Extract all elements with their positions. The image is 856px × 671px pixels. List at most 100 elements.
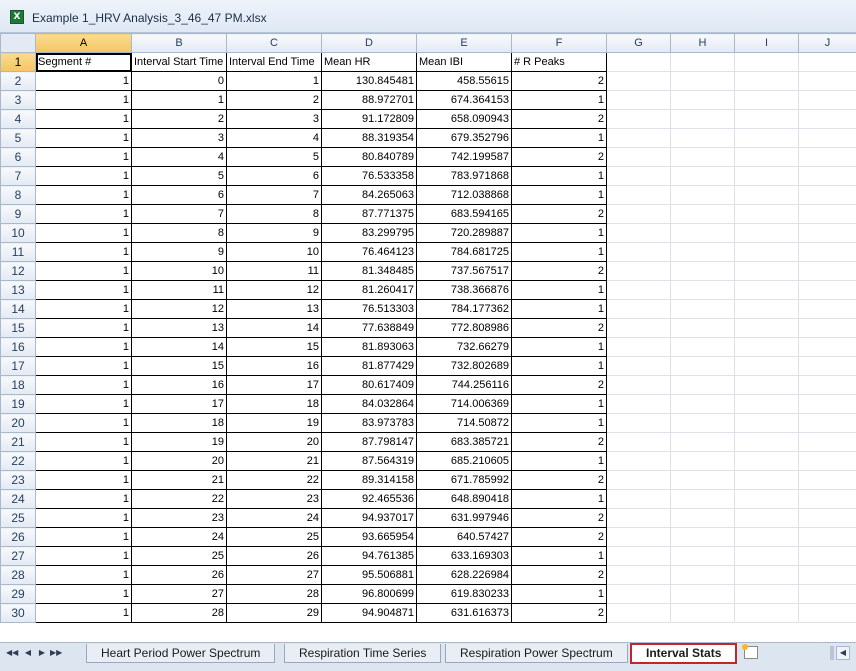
cell[interactable] (734, 52, 799, 72)
cell[interactable]: 96.800699 (321, 584, 417, 604)
cell[interactable] (606, 375, 671, 395)
cell[interactable] (606, 413, 671, 433)
cell[interactable] (606, 71, 671, 91)
cell[interactable]: 4 (226, 128, 322, 148)
cell[interactable] (734, 527, 799, 547)
cell[interactable]: 77.638849 (321, 318, 417, 338)
cell[interactable] (670, 413, 735, 433)
cell[interactable] (734, 318, 799, 338)
column-header-j[interactable]: J (798, 33, 856, 53)
cell[interactable] (670, 394, 735, 414)
cell[interactable] (606, 565, 671, 585)
cell[interactable]: 1 (35, 147, 132, 167)
cell[interactable]: 732.802689 (416, 356, 512, 376)
cell[interactable]: 784.681725 (416, 242, 512, 262)
cell[interactable] (670, 546, 735, 566)
cell[interactable]: 94.761385 (321, 546, 417, 566)
row-header[interactable]: 12 (0, 261, 36, 281)
cell[interactable]: 1 (511, 128, 607, 148)
cell[interactable] (734, 185, 799, 205)
row-header[interactable]: 9 (0, 204, 36, 224)
cell[interactable]: 2 (511, 432, 607, 452)
cell[interactable] (670, 280, 735, 300)
cell[interactable] (670, 356, 735, 376)
cell[interactable]: 1 (35, 318, 132, 338)
cell[interactable]: 13 (131, 318, 227, 338)
cell[interactable]: 8 (226, 204, 322, 224)
cell[interactable] (670, 603, 735, 623)
cell[interactable]: 737.567517 (416, 261, 512, 281)
cell[interactable]: 2 (511, 603, 607, 623)
cell[interactable] (670, 299, 735, 319)
row-header[interactable]: 13 (0, 280, 36, 300)
cell[interactable]: 1 (511, 242, 607, 262)
cell[interactable] (606, 546, 671, 566)
cell[interactable] (798, 90, 856, 110)
cell[interactable]: 88.972701 (321, 90, 417, 110)
prev-sheet-icon[interactable]: ◀ (22, 646, 34, 660)
cell[interactable]: 1 (35, 185, 132, 205)
cell[interactable]: 742.199587 (416, 147, 512, 167)
cell[interactable]: 76.513303 (321, 299, 417, 319)
cell[interactable]: 631.997946 (416, 508, 512, 528)
cell[interactable]: 11 (226, 261, 322, 281)
cell[interactable]: 783.971868 (416, 166, 512, 186)
cell[interactable] (606, 470, 671, 490)
cell[interactable]: 1 (35, 603, 132, 623)
cell[interactable]: 1 (35, 375, 132, 395)
cell[interactable]: 720.289887 (416, 223, 512, 243)
cell[interactable]: 2 (511, 71, 607, 91)
cell[interactable] (798, 432, 856, 452)
cell[interactable] (734, 394, 799, 414)
cell[interactable]: 16 (131, 375, 227, 395)
cell[interactable]: 1 (511, 489, 607, 509)
cell[interactable]: 1 (35, 584, 132, 604)
cell[interactable]: 671.785992 (416, 470, 512, 490)
cell[interactable]: 1 (511, 166, 607, 186)
cell[interactable]: 19 (226, 413, 322, 433)
row-header[interactable]: 23 (0, 470, 36, 490)
cell[interactable]: 2 (511, 375, 607, 395)
cell[interactable]: 20 (226, 432, 322, 452)
cell[interactable]: 732.66279 (416, 337, 512, 357)
cell[interactable]: 2 (511, 147, 607, 167)
cell[interactable]: 7 (226, 185, 322, 205)
cell[interactable] (606, 337, 671, 357)
cell[interactable]: 10 (131, 261, 227, 281)
cell[interactable]: 2 (131, 109, 227, 129)
cell[interactable] (734, 508, 799, 528)
cell[interactable] (734, 261, 799, 281)
cell[interactable]: 91.172809 (321, 109, 417, 129)
cell[interactable] (670, 451, 735, 471)
cell[interactable]: 1 (35, 280, 132, 300)
cell[interactable]: 685.210605 (416, 451, 512, 471)
cell[interactable] (734, 470, 799, 490)
cell[interactable]: 87.564319 (321, 451, 417, 471)
cell[interactable] (734, 413, 799, 433)
cell[interactable]: 18 (226, 394, 322, 414)
row-header[interactable]: 29 (0, 584, 36, 604)
cell[interactable]: 12 (226, 280, 322, 300)
cell[interactable] (734, 71, 799, 91)
cell[interactable] (670, 166, 735, 186)
cell[interactable] (734, 128, 799, 148)
cell[interactable]: 24 (226, 508, 322, 528)
cell[interactable]: 5 (226, 147, 322, 167)
cell[interactable]: 28 (226, 584, 322, 604)
cell[interactable]: 1 (511, 356, 607, 376)
cell[interactable] (798, 413, 856, 433)
cell[interactable]: 1 (511, 280, 607, 300)
cell[interactable]: 683.385721 (416, 432, 512, 452)
cell[interactable]: 7 (131, 204, 227, 224)
cell[interactable]: 1 (35, 242, 132, 262)
cell[interactable]: 2 (511, 527, 607, 547)
cell[interactable]: 11 (131, 280, 227, 300)
cell[interactable] (670, 337, 735, 357)
cell[interactable]: 80.840789 (321, 147, 417, 167)
cell[interactable]: 23 (226, 489, 322, 509)
cell[interactable]: 21 (131, 470, 227, 490)
cell[interactable] (798, 261, 856, 281)
cell[interactable]: 84.265063 (321, 185, 417, 205)
cell[interactable] (606, 128, 671, 148)
cell[interactable]: 683.594165 (416, 204, 512, 224)
